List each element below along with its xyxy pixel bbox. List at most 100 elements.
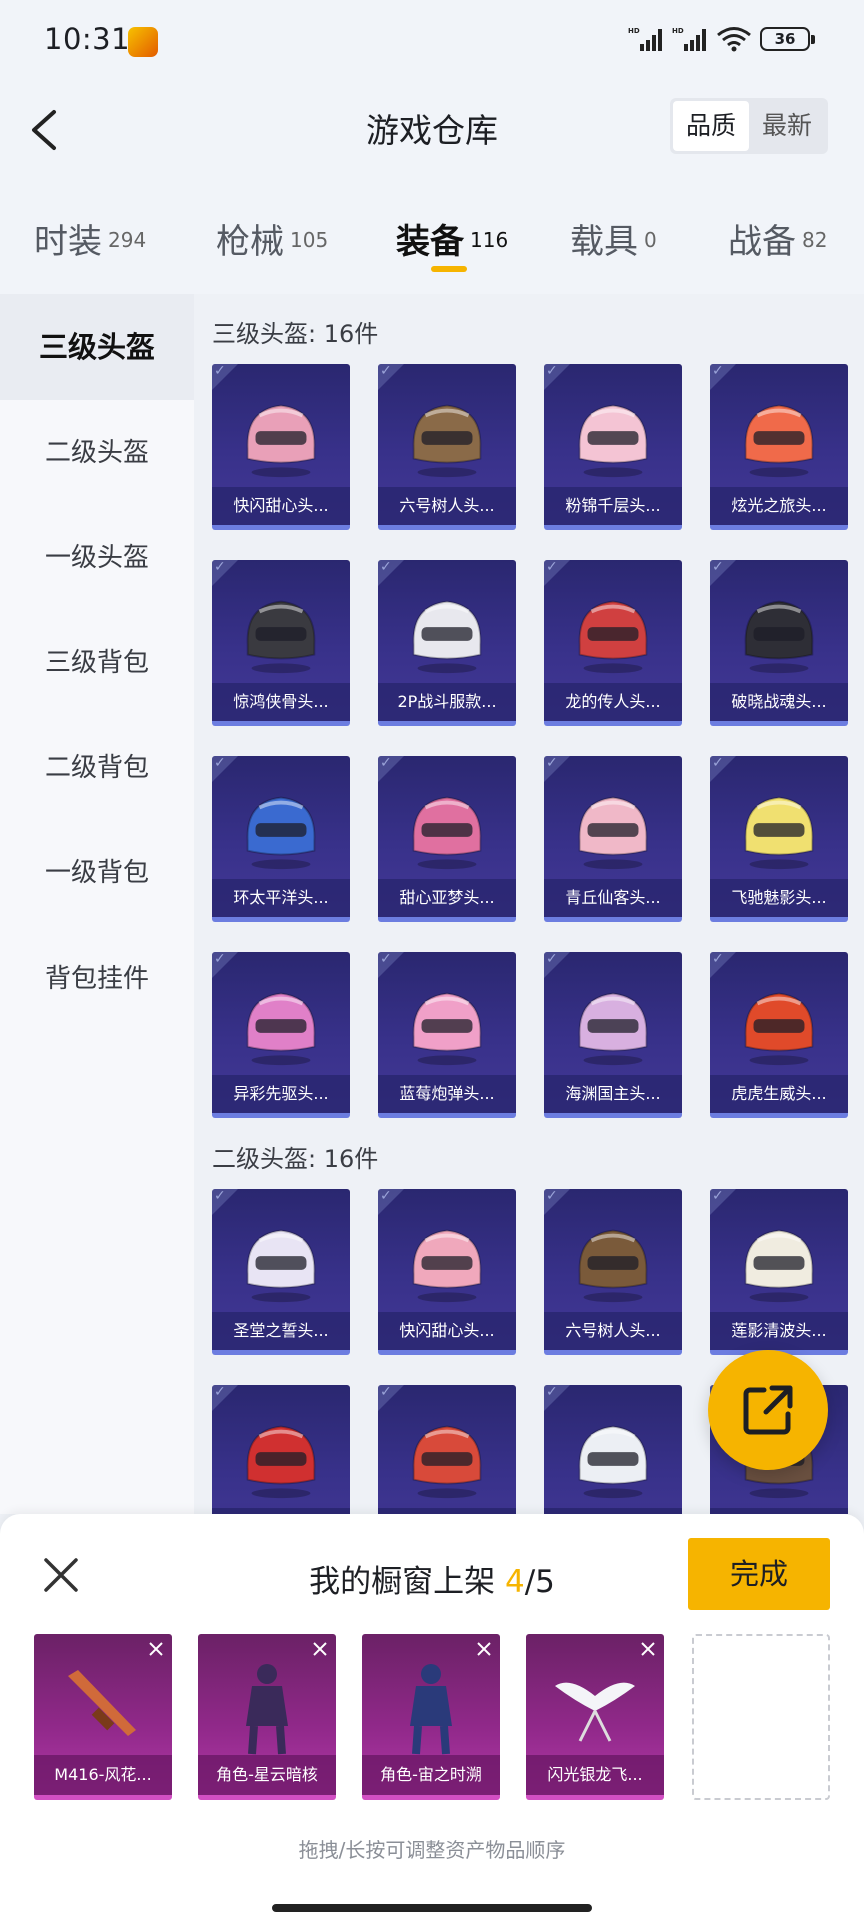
equipment-card[interactable]: 虎虎生威头...: [710, 952, 848, 1118]
subcategory-sidebar: 三级头盔 二级头盔 一级头盔 三级背包 二级背包 一级背包 背包挂件: [0, 294, 194, 1514]
equipment-card[interactable]: 异彩先驱头...: [212, 952, 350, 1118]
equipment-card[interactable]: [544, 1385, 682, 1514]
remove-item-button[interactable]: [638, 1639, 658, 1659]
equipment-card[interactable]: 六号树人头...: [378, 364, 516, 530]
helmet-icon: [578, 992, 648, 1066]
done-button[interactable]: 完成: [688, 1538, 830, 1610]
helmet-icon: [246, 1425, 316, 1499]
equipment-card[interactable]: 炫光之旅头...: [710, 364, 848, 530]
equipment-card[interactable]: 青丘仙客头...: [544, 756, 682, 922]
showcase-item[interactable]: 角色-星云暗核: [198, 1634, 336, 1800]
sidebar-item-level1-helmet[interactable]: 一级头盔: [0, 505, 194, 611]
equipment-card-label: 六号树人头...: [544, 1312, 682, 1350]
equipment-card[interactable]: 莲影清波头...: [710, 1189, 848, 1355]
equipment-card[interactable]: 甜心亚梦头...: [378, 756, 516, 922]
helmet-icon: [578, 796, 648, 870]
back-button[interactable]: [20, 100, 80, 160]
character-outfit-icon: [246, 1664, 288, 1755]
showcase-item[interactable]: M416-风花...: [34, 1634, 172, 1800]
equipment-card[interactable]: 飞驰魅影头...: [710, 756, 848, 922]
helmet-icon: [246, 1229, 316, 1303]
equipment-card[interactable]: 快闪甜心头...: [212, 364, 350, 530]
close-icon: [149, 1642, 163, 1656]
showcase-item[interactable]: 角色-宙之时溯: [362, 1634, 500, 1800]
tab-label: 装备: [396, 222, 464, 262]
owned-check-icon: [710, 756, 736, 782]
close-icon: [44, 1558, 78, 1592]
equipment-card-label: 龙的传人头...: [544, 683, 682, 721]
wifi-icon: [717, 27, 751, 52]
equipment-card-label: 环太平洋头...: [212, 879, 350, 917]
sidebar-item-level3-helmet[interactable]: 三级头盔: [0, 294, 194, 400]
tab-firearms[interactable]: 枪械 105: [216, 214, 328, 263]
helmet-icon: [246, 992, 316, 1066]
equipment-card[interactable]: 2P战斗服款...: [378, 560, 516, 726]
owned-check-icon: [544, 756, 570, 782]
status-bar: 10:31 HD HD 36: [0, 0, 864, 84]
close-icon: [313, 1642, 327, 1656]
helmet-icon: [744, 404, 814, 478]
helmet-icon: [412, 796, 482, 870]
tab-vehicles[interactable]: 载具 0: [570, 214, 657, 263]
tab-equipment[interactable]: 装备 116: [396, 214, 508, 263]
helmet-icon: [246, 796, 316, 870]
tab-count: 105: [290, 227, 329, 252]
empty-showcase-slot[interactable]: [692, 1634, 830, 1800]
share-button[interactable]: [708, 1350, 828, 1470]
sidebar-item-level3-backpack[interactable]: 三级背包: [0, 610, 194, 716]
equipment-card-label: 破晓战魂头...: [710, 683, 848, 721]
owned-check-icon: [544, 1189, 570, 1215]
sort-quality-button[interactable]: 品质: [673, 101, 749, 151]
owned-check-icon: [212, 952, 238, 978]
equipment-card[interactable]: 粉锦千层头...: [544, 364, 682, 530]
owned-check-icon: [544, 1385, 570, 1411]
remove-item-button[interactable]: [474, 1639, 494, 1659]
section-title-level3-helmet: 三级头盔: 16件: [212, 320, 379, 348]
showcase-item-label: M416-风花...: [34, 1755, 172, 1795]
equipment-card[interactable]: 蓝莓炮弹头...: [378, 952, 516, 1118]
equipment-card[interactable]: 环太平洋头...: [212, 756, 350, 922]
equipment-card[interactable]: 破晓战魂头...: [710, 560, 848, 726]
equipment-card[interactable]: 惊鸿侠骨头...: [212, 560, 350, 726]
owned-check-icon: [544, 364, 570, 390]
character-outfit-icon: [410, 1664, 452, 1755]
owned-check-icon: [378, 756, 404, 782]
showcase-item-label: 闪光银龙飞...: [526, 1755, 664, 1795]
sidebar-item-level1-backpack[interactable]: 一级背包: [0, 820, 194, 926]
owned-check-icon: [378, 560, 404, 586]
showcase-sheet: 我的橱窗上架 4/5 完成 M416-风花... 角色-星云暗核 角色-宙之时溯 闪光…: [0, 1514, 864, 1920]
signal-icon: HD: [628, 27, 662, 51]
sidebar-item-backpack-charm[interactable]: 背包挂件: [0, 926, 194, 1032]
equipment-card[interactable]: 海渊国主头...: [544, 952, 682, 1118]
helmet-icon: [246, 600, 316, 674]
equipment-card-label: 惊鸿侠骨头...: [212, 683, 350, 721]
owned-check-icon: [710, 560, 736, 586]
showcase-item-label: 角色-宙之时溯: [362, 1755, 500, 1795]
tab-fashion[interactable]: 时装 294: [34, 214, 146, 263]
showcase-title-text: 我的橱窗上架: [309, 1564, 505, 1600]
equipment-card[interactable]: 圣堂之誓头...: [212, 1189, 350, 1355]
home-indicator[interactable]: [272, 1904, 592, 1912]
svg-text:HD: HD: [628, 27, 640, 35]
sidebar-item-level2-helmet[interactable]: 二级头盔: [0, 400, 194, 506]
remove-item-button[interactable]: [146, 1639, 166, 1659]
helmet-icon: [412, 992, 482, 1066]
equipment-card[interactable]: 龙的传人头...: [544, 560, 682, 726]
equipment-card-label: 青丘仙客头...: [544, 879, 682, 917]
helmet-icon: [744, 992, 814, 1066]
active-tab-indicator: [431, 266, 467, 272]
equipment-card[interactable]: 六号树人头...: [544, 1189, 682, 1355]
sort-newest-button[interactable]: 最新: [749, 101, 825, 151]
equipment-card[interactable]: [212, 1385, 350, 1514]
equipment-card[interactable]: 快闪甜心头...: [378, 1189, 516, 1355]
tab-label: 枪械: [216, 222, 284, 262]
sidebar-item-level2-backpack[interactable]: 二级背包: [0, 715, 194, 821]
equipment-card[interactable]: [378, 1385, 516, 1514]
remove-item-button[interactable]: [310, 1639, 330, 1659]
tab-count: 0: [644, 227, 657, 252]
tab-supplies[interactable]: 战备 82: [728, 214, 827, 263]
equipment-card-label: 2P战斗服款...: [378, 683, 516, 721]
close-button[interactable]: [38, 1552, 84, 1598]
showcase-item[interactable]: 闪光银龙飞...: [526, 1634, 664, 1800]
back-arrow-icon: [32, 110, 56, 150]
